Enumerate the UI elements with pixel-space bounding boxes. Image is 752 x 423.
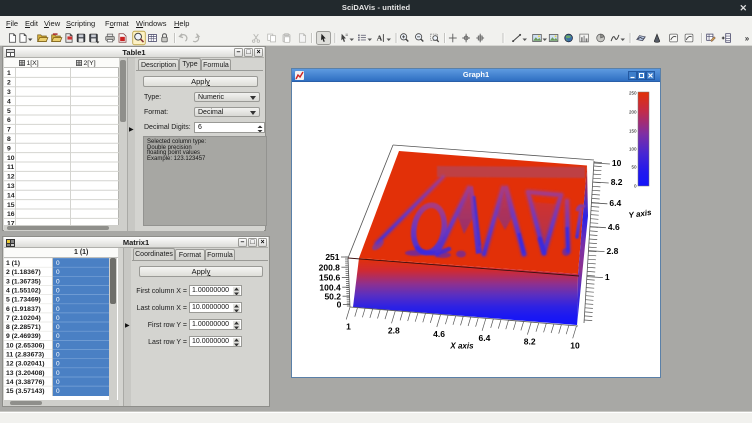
svg-text:0: 0 bbox=[56, 342, 60, 349]
svg-text:9: 9 bbox=[7, 145, 11, 152]
svg-text:16: 16 bbox=[7, 211, 15, 218]
svg-text:15 (3.57143): 15 (3.57143) bbox=[6, 388, 45, 395]
svg-text:9 (2.46939): 9 (2.46939) bbox=[6, 333, 41, 340]
svg-text:13: 13 bbox=[7, 183, 15, 190]
svg-text:4 (1.55102): 4 (1.55102) bbox=[6, 288, 41, 295]
svg-text:50: 50 bbox=[631, 165, 637, 170]
svg-text:0: 0 bbox=[56, 379, 60, 386]
svg-text:0: 0 bbox=[56, 297, 60, 304]
svg-text:6.4: 6.4 bbox=[609, 198, 621, 208]
svg-text:10: 10 bbox=[612, 158, 622, 168]
svg-text:14 (3.38776): 14 (3.38776) bbox=[6, 379, 45, 386]
svg-text:7: 7 bbox=[7, 127, 11, 134]
svg-text:0: 0 bbox=[56, 278, 60, 285]
svg-text:15: 15 bbox=[7, 202, 15, 209]
svg-text:8 (2.28571): 8 (2.28571) bbox=[6, 324, 41, 331]
svg-text:2 (1.18367): 2 (1.18367) bbox=[6, 269, 41, 276]
svg-text:2: 2 bbox=[7, 80, 11, 87]
svg-text:0: 0 bbox=[56, 388, 60, 395]
svg-text:100: 100 bbox=[629, 147, 637, 152]
svg-text:1: 1 bbox=[346, 322, 351, 332]
svg-text:0: 0 bbox=[56, 315, 60, 322]
svg-text:0: 0 bbox=[56, 352, 60, 359]
svg-text:Y axis: Y axis bbox=[628, 208, 653, 220]
svg-text:250: 250 bbox=[629, 91, 637, 96]
svg-text:0: 0 bbox=[56, 361, 60, 368]
svg-text:1: 1 bbox=[7, 70, 11, 77]
svg-text:13 (3.20408): 13 (3.20408) bbox=[6, 370, 45, 377]
svg-text:»: » bbox=[745, 34, 750, 43]
svg-text:0: 0 bbox=[56, 260, 60, 267]
svg-text:12 (3.02041): 12 (3.02041) bbox=[6, 361, 45, 368]
svg-text:0: 0 bbox=[56, 324, 60, 331]
svg-text:3: 3 bbox=[7, 89, 11, 96]
svg-text:0: 0 bbox=[337, 300, 342, 310]
svg-text:6: 6 bbox=[7, 117, 11, 124]
svg-text:0: 0 bbox=[634, 184, 637, 189]
svg-text:251: 251 bbox=[325, 252, 339, 262]
svg-text:200: 200 bbox=[629, 110, 637, 115]
svg-text:8: 8 bbox=[7, 136, 11, 143]
svg-text:200.8: 200.8 bbox=[319, 262, 341, 272]
svg-text:1: 1 bbox=[605, 272, 610, 282]
svg-text:5: 5 bbox=[7, 108, 11, 115]
svg-text:4.6: 4.6 bbox=[608, 222, 620, 232]
svg-text:0: 0 bbox=[56, 333, 60, 340]
svg-text:4.6: 4.6 bbox=[433, 329, 445, 339]
svg-text:1 (1): 1 (1) bbox=[6, 260, 20, 267]
svg-text:2.8: 2.8 bbox=[388, 325, 400, 335]
svg-text:0: 0 bbox=[56, 306, 60, 313]
svg-text:10: 10 bbox=[570, 340, 580, 350]
svg-text:0: 0 bbox=[56, 370, 60, 377]
svg-text:10: 10 bbox=[7, 155, 15, 162]
svg-text:3 (1.36735): 3 (1.36735) bbox=[6, 278, 41, 285]
svg-text:4: 4 bbox=[7, 98, 11, 105]
svg-text:5 (1.73469): 5 (1.73469) bbox=[6, 297, 41, 304]
svg-text:6 (1.91837): 6 (1.91837) bbox=[6, 306, 41, 313]
svg-text:11: 11 bbox=[7, 164, 14, 171]
svg-text:150: 150 bbox=[629, 129, 637, 134]
svg-text:12: 12 bbox=[7, 174, 15, 181]
svg-text:A: A bbox=[377, 34, 383, 43]
svg-text:X axis: X axis bbox=[449, 342, 474, 351]
svg-text:6.4: 6.4 bbox=[478, 333, 490, 343]
svg-text:0: 0 bbox=[56, 269, 60, 276]
svg-text:11 (2.83673): 11 (2.83673) bbox=[6, 352, 44, 359]
svg-text:2.8: 2.8 bbox=[607, 246, 619, 256]
svg-text:7 (2.10204): 7 (2.10204) bbox=[6, 315, 41, 322]
svg-text:10 (2.65306): 10 (2.65306) bbox=[6, 342, 45, 349]
svg-text:150.6: 150.6 bbox=[319, 273, 341, 283]
svg-text:8.2: 8.2 bbox=[524, 337, 536, 347]
svg-text:0: 0 bbox=[56, 288, 60, 295]
svg-text:8.2: 8.2 bbox=[611, 177, 623, 187]
svg-text:14: 14 bbox=[7, 192, 15, 199]
